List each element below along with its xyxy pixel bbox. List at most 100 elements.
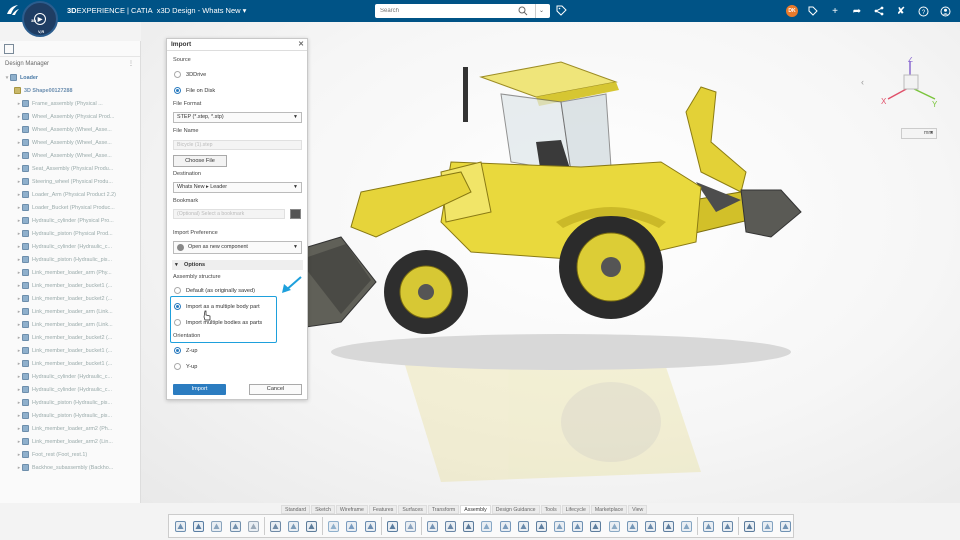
orientation-z-up-radio[interactable]: Z-up [174,347,198,354]
tool-icon[interactable] [607,518,622,535]
tool-icon[interactable] [228,518,243,535]
tool-icon[interactable] [425,518,440,535]
tree-item[interactable]: ▸ Backhoe_subassembly (Backho... [0,461,140,474]
tree-item[interactable]: ▸ Wheel_Assembly (Wheel_Asse... [0,136,140,149]
tree-item[interactable]: ▸ Wheel_Assembly (Wheel_Asse... [0,149,140,162]
tree-item[interactable]: ▸ Loader_Bucket (Physical Produc... [0,201,140,214]
action-tab[interactable]: Design Guidance [491,505,540,514]
tree-item[interactable]: ▸ Link_member_loader_bucket2 (... [0,331,140,344]
tree-item[interactable]: ▸ Hydraulic_cylinder (Hydraulic_c... [0,370,140,383]
tree-item-shape[interactable]: 3D Shape00127288 [0,84,140,97]
tree-item[interactable]: ▸ Foot_rest (Foot_rest.1) [0,448,140,461]
action-tab[interactable]: Sketch [311,505,335,514]
bookmark-picker-icon[interactable] [290,209,301,219]
share-arrow-icon[interactable]: ➦ [850,4,864,18]
tree-toggle-icon[interactable] [4,44,14,54]
tool-icon[interactable] [304,518,319,535]
tool-icon[interactable] [497,518,512,535]
orientation-y-up-radio[interactable]: Y-up [174,363,197,370]
tree-item[interactable]: ▸ Link_member_loader_bucket2 (... [0,292,140,305]
tree-item[interactable]: ▸ Link_member_loader_bucket1 (... [0,344,140,357]
tree-item[interactable]: ▸ Hydraulic_cylinder (Hydraulic_c... [0,240,140,253]
nav-left-arrow-icon[interactable]: ‹ [861,77,864,87]
cancel-button[interactable]: Cancel [249,384,302,395]
tool-icon[interactable] [461,518,476,535]
assembly-parts-radio[interactable]: Import multiple bodies as parts [174,319,262,326]
file-format-dropdown[interactable]: STEP (*.step, *.stp) ▼ [173,112,302,123]
tool-icon[interactable] [286,518,301,535]
tool-icon[interactable] [625,518,640,535]
source-3ddrive-radio[interactable]: 3DDrive [174,71,206,78]
tool-icon[interactable] [701,518,716,535]
action-tab[interactable]: View [628,505,648,514]
tree-item[interactable]: ▸ Hydraulic_cylinder (Physical Pro... [0,214,140,227]
tool-icon[interactable] [385,518,400,535]
tree-item[interactable]: ▸ Link_member_loader_arm2 (Ph... [0,422,140,435]
source-file-on-disk-radio[interactable]: File on Disk [174,87,215,94]
action-tab[interactable]: Wireframe [335,505,368,514]
tool-icon[interactable] [760,518,775,535]
import-button[interactable]: Import [173,384,226,395]
action-tab[interactable]: Assembly [460,505,491,514]
tool-icon[interactable] [363,518,378,535]
tool-icon[interactable] [443,518,458,535]
tool-icon[interactable] [552,518,567,535]
choose-file-button[interactable]: Choose File [173,155,227,167]
tool-icon[interactable] [246,518,261,535]
tool-icon[interactable] [643,518,658,535]
action-tab[interactable]: Marketplace [590,505,628,514]
action-tab[interactable]: Surfaces [398,505,427,514]
help-icon[interactable]: ? [916,4,930,18]
assembly-default-radio[interactable]: Default (as originally saved) [174,287,255,294]
collapse-icon[interactable]: ▾ [175,262,178,268]
bookmark-field[interactable]: (Optional) Select a bookmark [173,209,285,219]
app-title[interactable]: x3D Design - Whats New [157,6,241,15]
tree-root[interactable]: ▾ Loader [0,71,140,84]
tree-item[interactable]: ▸ Link_member_loader_arm (Link... [0,305,140,318]
compass-icon[interactable]: 3D ▶ V,R [22,1,58,37]
tree-item[interactable]: ▸ Link_member_loader_bucket1 (... [0,279,140,292]
search-box[interactable]: ⌄ [375,4,550,18]
tool-icon[interactable] [719,518,734,535]
search-input[interactable] [375,8,510,14]
tree-item[interactable]: ▸ Hydraulic_piston (Hydraulic_pis... [0,409,140,422]
tool-icon[interactable] [191,518,206,535]
tool-icon[interactable] [403,518,418,535]
tree-item[interactable]: ▸ Link_member_loader_arm2 (Lin... [0,435,140,448]
assembly-multibody-radio[interactable]: Import as a multiple body part [174,303,260,310]
share-network-icon[interactable] [872,4,886,18]
tool-icon[interactable] [588,518,603,535]
tree-item[interactable]: ▸ Loader_Arm (Physical Product 2.2) [0,188,140,201]
action-tab[interactable]: Features [368,505,398,514]
tree-item[interactable]: ▸ Steering_wheel (Physical Produ... [0,175,140,188]
tool-icon[interactable] [479,518,494,535]
action-tab[interactable]: Transform [427,505,460,514]
action-tab[interactable]: Standard [281,505,311,514]
tree-item[interactable]: ▸ Wheel_Assembly (Wheel_Asse... [0,123,140,136]
plus-icon[interactable]: + [828,4,842,18]
tree-item[interactable]: ▸ Hydraulic_piston (Physical Prod... [0,227,140,240]
chevron-down-icon[interactable]: ▾ [243,6,247,15]
tag-icon[interactable] [556,5,567,16]
tree-item[interactable]: ▸ Seat_Assembly (Physical Produ... [0,162,140,175]
tree-item[interactable]: ▸ Hydraulic_piston (Hydraulic_pis... [0,253,140,266]
tool-icon[interactable] [209,518,224,535]
tool-icon[interactable] [742,518,757,535]
tree-item[interactable]: ▸ Link_member_loader_arm (Phy... [0,266,140,279]
tree-item[interactable]: ▸ Link_member_loader_arm (Link... [0,318,140,331]
destination-dropdown[interactable]: Whats New ▸ Leader ▼ [173,182,302,193]
tree-item[interactable]: ▸ Hydraulic_piston (Hydraulic_pis... [0,396,140,409]
tool-icon[interactable] [344,518,359,535]
tool-icon[interactable] [679,518,694,535]
tool-icon[interactable] [326,518,341,535]
tag-add-icon[interactable] [806,4,820,18]
close-icon[interactable]: ✕ [298,39,304,51]
file-name-field[interactable]: Bicycle (1).step [173,140,302,150]
search-icon[interactable] [518,6,528,16]
tool-icon[interactable] [570,518,585,535]
tool-icon[interactable] [778,518,793,535]
tool-icon[interactable] [534,518,549,535]
unit-select[interactable]: mm ▾ [901,128,937,139]
more-options-icon[interactable]: ⋮ [128,57,134,71]
tree-item[interactable]: ▸ Link_member_loader_bucket1 (... [0,357,140,370]
